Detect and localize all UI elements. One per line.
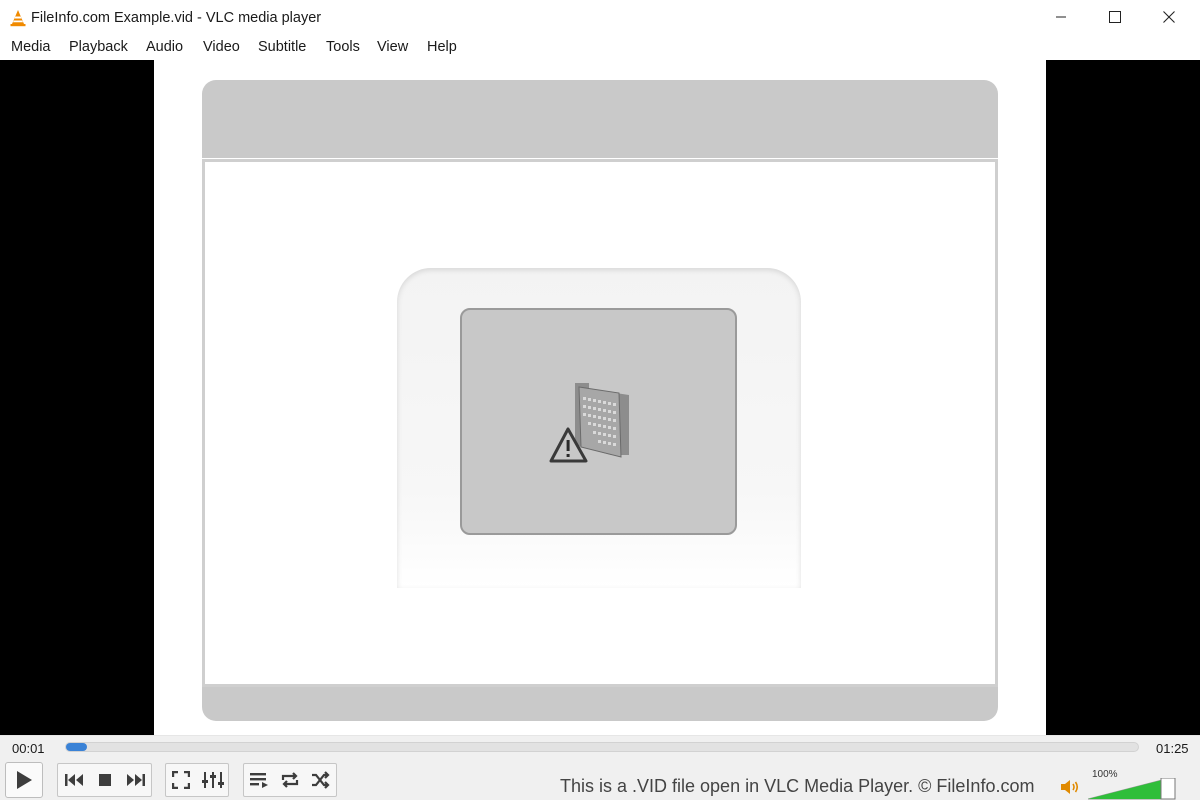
stop-button[interactable] bbox=[91, 763, 119, 796]
controls-bar: 00:01 01:25 This is a .VID file open in … bbox=[0, 735, 1200, 800]
document-footer-band bbox=[202, 687, 998, 721]
elapsed-time: 00:01 bbox=[12, 741, 45, 756]
fullscreen-icon bbox=[172, 770, 190, 789]
seek-bar[interactable] bbox=[65, 742, 1139, 752]
total-time[interactable]: 01:25 bbox=[1156, 741, 1189, 756]
shuffle-button[interactable] bbox=[307, 763, 335, 796]
menu-help[interactable]: Help bbox=[427, 39, 457, 55]
next-icon bbox=[127, 773, 145, 786]
minimize-icon bbox=[1056, 16, 1066, 18]
loop-button[interactable] bbox=[276, 763, 304, 796]
extended-settings-icon bbox=[202, 771, 224, 788]
fullscreen-button[interactable] bbox=[167, 763, 195, 796]
menu-bar: Media Playback Audio Video Subtitle Tool… bbox=[0, 36, 1200, 60]
playlist-button[interactable] bbox=[245, 763, 273, 796]
close-icon bbox=[1163, 11, 1175, 23]
menu-subtitle[interactable]: Subtitle bbox=[258, 39, 306, 55]
title-bar: FileInfo.com Example.vid - VLC media pla… bbox=[0, 0, 1200, 36]
menu-audio[interactable]: Audio bbox=[146, 39, 183, 55]
playlist-icon bbox=[250, 772, 268, 788]
menu-playback[interactable]: Playback bbox=[69, 39, 128, 55]
video-frame bbox=[154, 60, 1046, 735]
extended-settings-button[interactable] bbox=[199, 763, 227, 796]
maximize-button[interactable] bbox=[1092, 0, 1138, 34]
window-title: FileInfo.com Example.vid - VLC media pla… bbox=[31, 10, 322, 26]
warning-icon bbox=[549, 383, 629, 463]
close-button[interactable] bbox=[1146, 0, 1192, 34]
volume-slider[interactable] bbox=[1088, 778, 1176, 800]
minimize-button[interactable] bbox=[1038, 0, 1084, 34]
shuffle-icon bbox=[312, 770, 330, 789]
speaker-icon[interactable] bbox=[1060, 779, 1080, 795]
vlc-cone-icon bbox=[10, 10, 26, 27]
loop-icon bbox=[281, 771, 299, 788]
status-caption: This is a .VID file open in VLC Media Pl… bbox=[560, 776, 1035, 796]
menu-video[interactable]: Video bbox=[203, 39, 240, 55]
play-button[interactable] bbox=[5, 762, 43, 798]
document-header-band bbox=[202, 80, 998, 158]
stop-icon bbox=[99, 773, 111, 786]
menu-tools[interactable]: Tools bbox=[326, 39, 360, 55]
play-icon bbox=[17, 771, 32, 789]
menu-media[interactable]: Media bbox=[11, 39, 51, 55]
menu-view[interactable]: View bbox=[377, 39, 408, 55]
maximize-icon bbox=[1109, 11, 1121, 23]
previous-icon bbox=[65, 773, 83, 786]
next-button[interactable] bbox=[122, 763, 150, 796]
seek-bar-progress bbox=[66, 743, 88, 751]
previous-button[interactable] bbox=[60, 763, 88, 796]
